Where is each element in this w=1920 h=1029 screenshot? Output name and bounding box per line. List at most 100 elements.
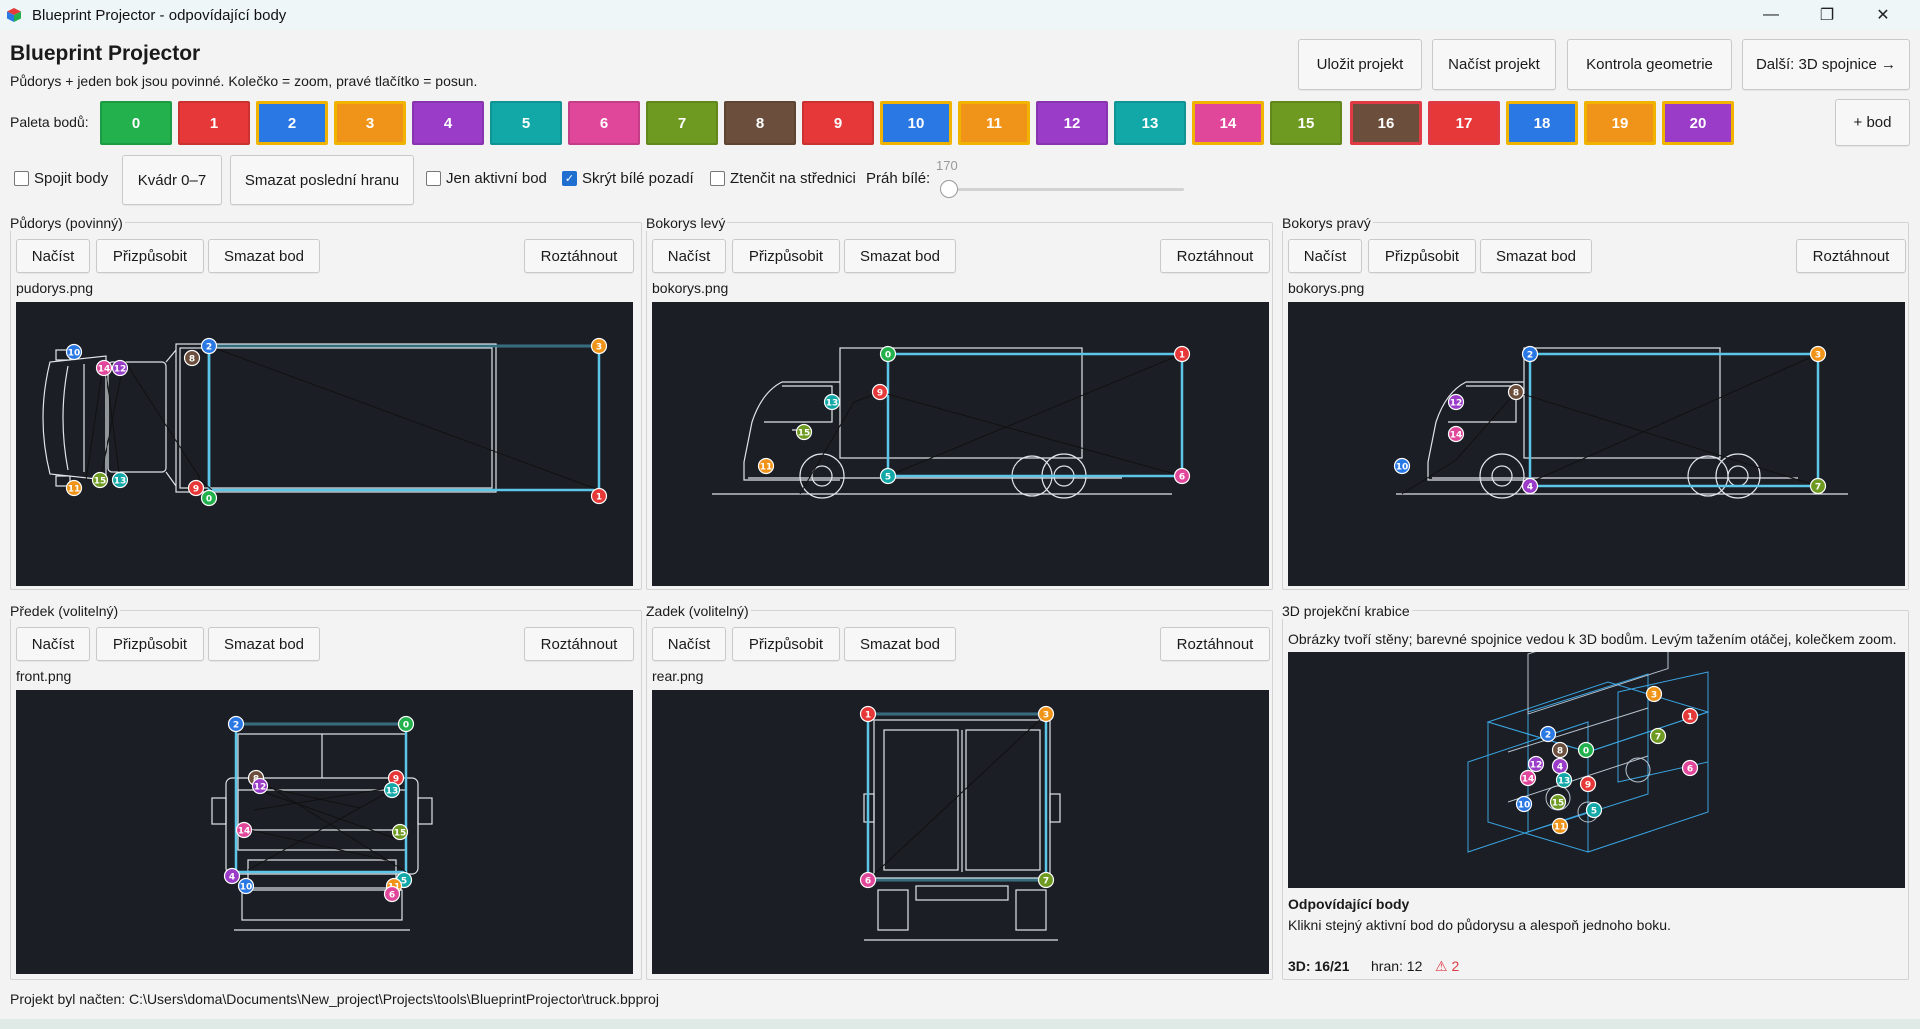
warning-icon[interactable]: ⚠ 2 (1435, 958, 1459, 975)
rear-delete-point-button[interactable]: Smazat bod (844, 627, 956, 661)
point-marker-4[interactable]: 4 (1521, 477, 1539, 495)
palette-swatch-8[interactable]: 8 (724, 101, 796, 145)
point-marker-3[interactable]: 3 (1645, 685, 1663, 703)
rear-fit-button[interactable]: Přizpůsobit (732, 627, 840, 661)
point-marker-12[interactable]: 12 (251, 777, 269, 795)
top-fit-button[interactable]: Přizpůsobit (96, 239, 204, 273)
palette-swatch-0[interactable]: 0 (100, 101, 172, 145)
palette-swatch-5[interactable]: 5 (490, 101, 562, 145)
point-marker-7[interactable]: 7 (1649, 727, 1667, 745)
connect-points-toggle[interactable]: Spojit body (14, 170, 108, 187)
point-marker-7[interactable]: 7 (1037, 871, 1055, 889)
point-marker-0[interactable]: 0 (1577, 741, 1595, 759)
point-marker-10[interactable]: 10 (65, 343, 83, 361)
point-marker-7[interactable]: 7 (1809, 477, 1827, 495)
point-marker-2[interactable]: 2 (1539, 725, 1557, 743)
point-marker-14[interactable]: 14 (1447, 425, 1465, 443)
add-point-button[interactable]: + bod (1835, 99, 1910, 146)
point-marker-15[interactable]: 15 (91, 471, 109, 489)
point-marker-11[interactable]: 11 (757, 457, 775, 475)
close-icon[interactable]: ✕ (1860, 0, 1906, 30)
checkbox-icon[interactable] (426, 171, 441, 186)
left-fit-button[interactable]: Přizpůsobit (732, 239, 840, 273)
check-geometry-button[interactable]: Kontrola geometrie (1567, 39, 1732, 90)
point-marker-11[interactable]: 11 (65, 479, 83, 497)
front-fit-button[interactable]: Přizpůsobit (96, 627, 204, 661)
right-load-button[interactable]: Načíst (1288, 239, 1362, 273)
point-marker-9[interactable]: 9 (871, 383, 889, 401)
maximize-icon[interactable]: ❐ (1804, 0, 1850, 30)
point-marker-1[interactable]: 1 (1173, 345, 1191, 363)
palette-swatch-18[interactable]: 18 (1506, 101, 1578, 145)
palette-swatch-12[interactable]: 12 (1036, 101, 1108, 145)
top-delete-point-button[interactable]: Smazat bod (208, 239, 320, 273)
point-marker-6[interactable]: 6 (383, 885, 401, 903)
palette-swatch-6[interactable]: 6 (568, 101, 640, 145)
rear-stretch-button[interactable]: Roztáhnout (1160, 627, 1270, 661)
palette-swatch-3[interactable]: 3 (334, 101, 406, 145)
palette-swatch-1[interactable]: 1 (178, 101, 250, 145)
palette-swatch-17[interactable]: 17 (1428, 101, 1500, 145)
point-marker-15[interactable]: 15 (795, 423, 813, 441)
point-marker-2[interactable]: 2 (227, 715, 245, 733)
thin-centerline-toggle[interactable]: Ztenčit na střednici (710, 170, 856, 187)
only-active-toggle[interactable]: Jen aktivní bod (426, 170, 547, 187)
point-marker-8[interactable]: 8 (1551, 741, 1569, 759)
top-view-canvas[interactable]: 10 14 12 8 2 3 11 15 13 9 0 1 (16, 302, 633, 586)
front-delete-point-button[interactable]: Smazat bod (208, 627, 320, 661)
point-marker-1[interactable]: 1 (1681, 707, 1699, 725)
checkbox-icon[interactable] (14, 171, 29, 186)
point-marker-10[interactable]: 10 (1515, 795, 1533, 813)
point-marker-9[interactable]: 9 (1579, 775, 1597, 793)
point-marker-13[interactable]: 13 (111, 471, 129, 489)
point-marker-15[interactable]: 15 (391, 823, 409, 841)
palette-swatch-2[interactable]: 2 (256, 101, 328, 145)
rear-load-button[interactable]: Načíst (652, 627, 726, 661)
left-stretch-button[interactable]: Roztáhnout (1160, 239, 1270, 273)
left-view-canvas[interactable]: 0 1 9 13 15 11 5 6 (652, 302, 1269, 586)
palette-swatch-11[interactable]: 11 (958, 101, 1030, 145)
front-view-canvas[interactable]: 2081291314154105116 (16, 690, 633, 974)
palette-swatch-15[interactable]: 15 (1270, 101, 1342, 145)
point-marker-14[interactable]: 14 (95, 359, 113, 377)
point-marker-11[interactable]: 11 (1551, 817, 1569, 835)
point-marker-14[interactable]: 14 (1519, 769, 1537, 787)
point-marker-8[interactable]: 8 (183, 349, 201, 367)
point-marker-1[interactable]: 1 (590, 487, 608, 505)
palette-swatch-20[interactable]: 20 (1662, 101, 1734, 145)
palette-swatch-9[interactable]: 9 (802, 101, 874, 145)
point-marker-13[interactable]: 13 (383, 781, 401, 799)
point-marker-10[interactable]: 10 (237, 877, 255, 895)
point-marker-12[interactable]: 12 (1527, 755, 1545, 773)
point-marker-13[interactable]: 13 (823, 393, 841, 411)
point-marker-5[interactable]: 5 (879, 467, 897, 485)
point-marker-2[interactable]: 2 (1521, 345, 1539, 363)
front-load-button[interactable]: Načíst (16, 627, 90, 661)
point-marker-0[interactable]: 0 (397, 715, 415, 733)
point-marker-5[interactable]: 5 (1585, 801, 1603, 819)
right-fit-button[interactable]: Přizpůsobit (1368, 239, 1476, 273)
point-marker-8[interactable]: 8 (1507, 383, 1525, 401)
threshold-slider[interactable] (946, 188, 1184, 191)
checkbox-icon[interactable] (710, 171, 725, 186)
palette-swatch-10[interactable]: 10 (880, 101, 952, 145)
palette-swatch-19[interactable]: 19 (1584, 101, 1656, 145)
point-marker-6[interactable]: 6 (859, 871, 877, 889)
palette-swatch-14[interactable]: 14 (1192, 101, 1264, 145)
right-stretch-button[interactable]: Roztáhnout (1796, 239, 1906, 273)
checkbox-icon[interactable]: ✓ (562, 171, 577, 186)
point-marker-12[interactable]: 12 (111, 359, 129, 377)
next-3d-edges-button[interactable]: Další: 3D spojnice → (1742, 39, 1910, 90)
point-marker-0[interactable]: 0 (200, 489, 218, 507)
point-marker-2[interactable]: 2 (200, 337, 218, 355)
palette-swatch-7[interactable]: 7 (646, 101, 718, 145)
point-marker-15[interactable]: 15 (1549, 793, 1567, 811)
point-marker-6[interactable]: 6 (1681, 759, 1699, 777)
delete-last-edge-button[interactable]: Smazat poslední hranu (230, 155, 414, 205)
right-delete-point-button[interactable]: Smazat bod (1480, 239, 1592, 273)
point-marker-6[interactable]: 6 (1173, 467, 1191, 485)
palette-swatch-16[interactable]: 16 (1350, 101, 1422, 145)
box3d-canvas[interactable]: 3 1 2 7 8 0 4 12 6 14 13 9 10 15 5 11 (1288, 652, 1905, 888)
threshold-slider-thumb[interactable] (940, 180, 958, 198)
point-marker-12[interactable]: 12 (1447, 393, 1465, 411)
